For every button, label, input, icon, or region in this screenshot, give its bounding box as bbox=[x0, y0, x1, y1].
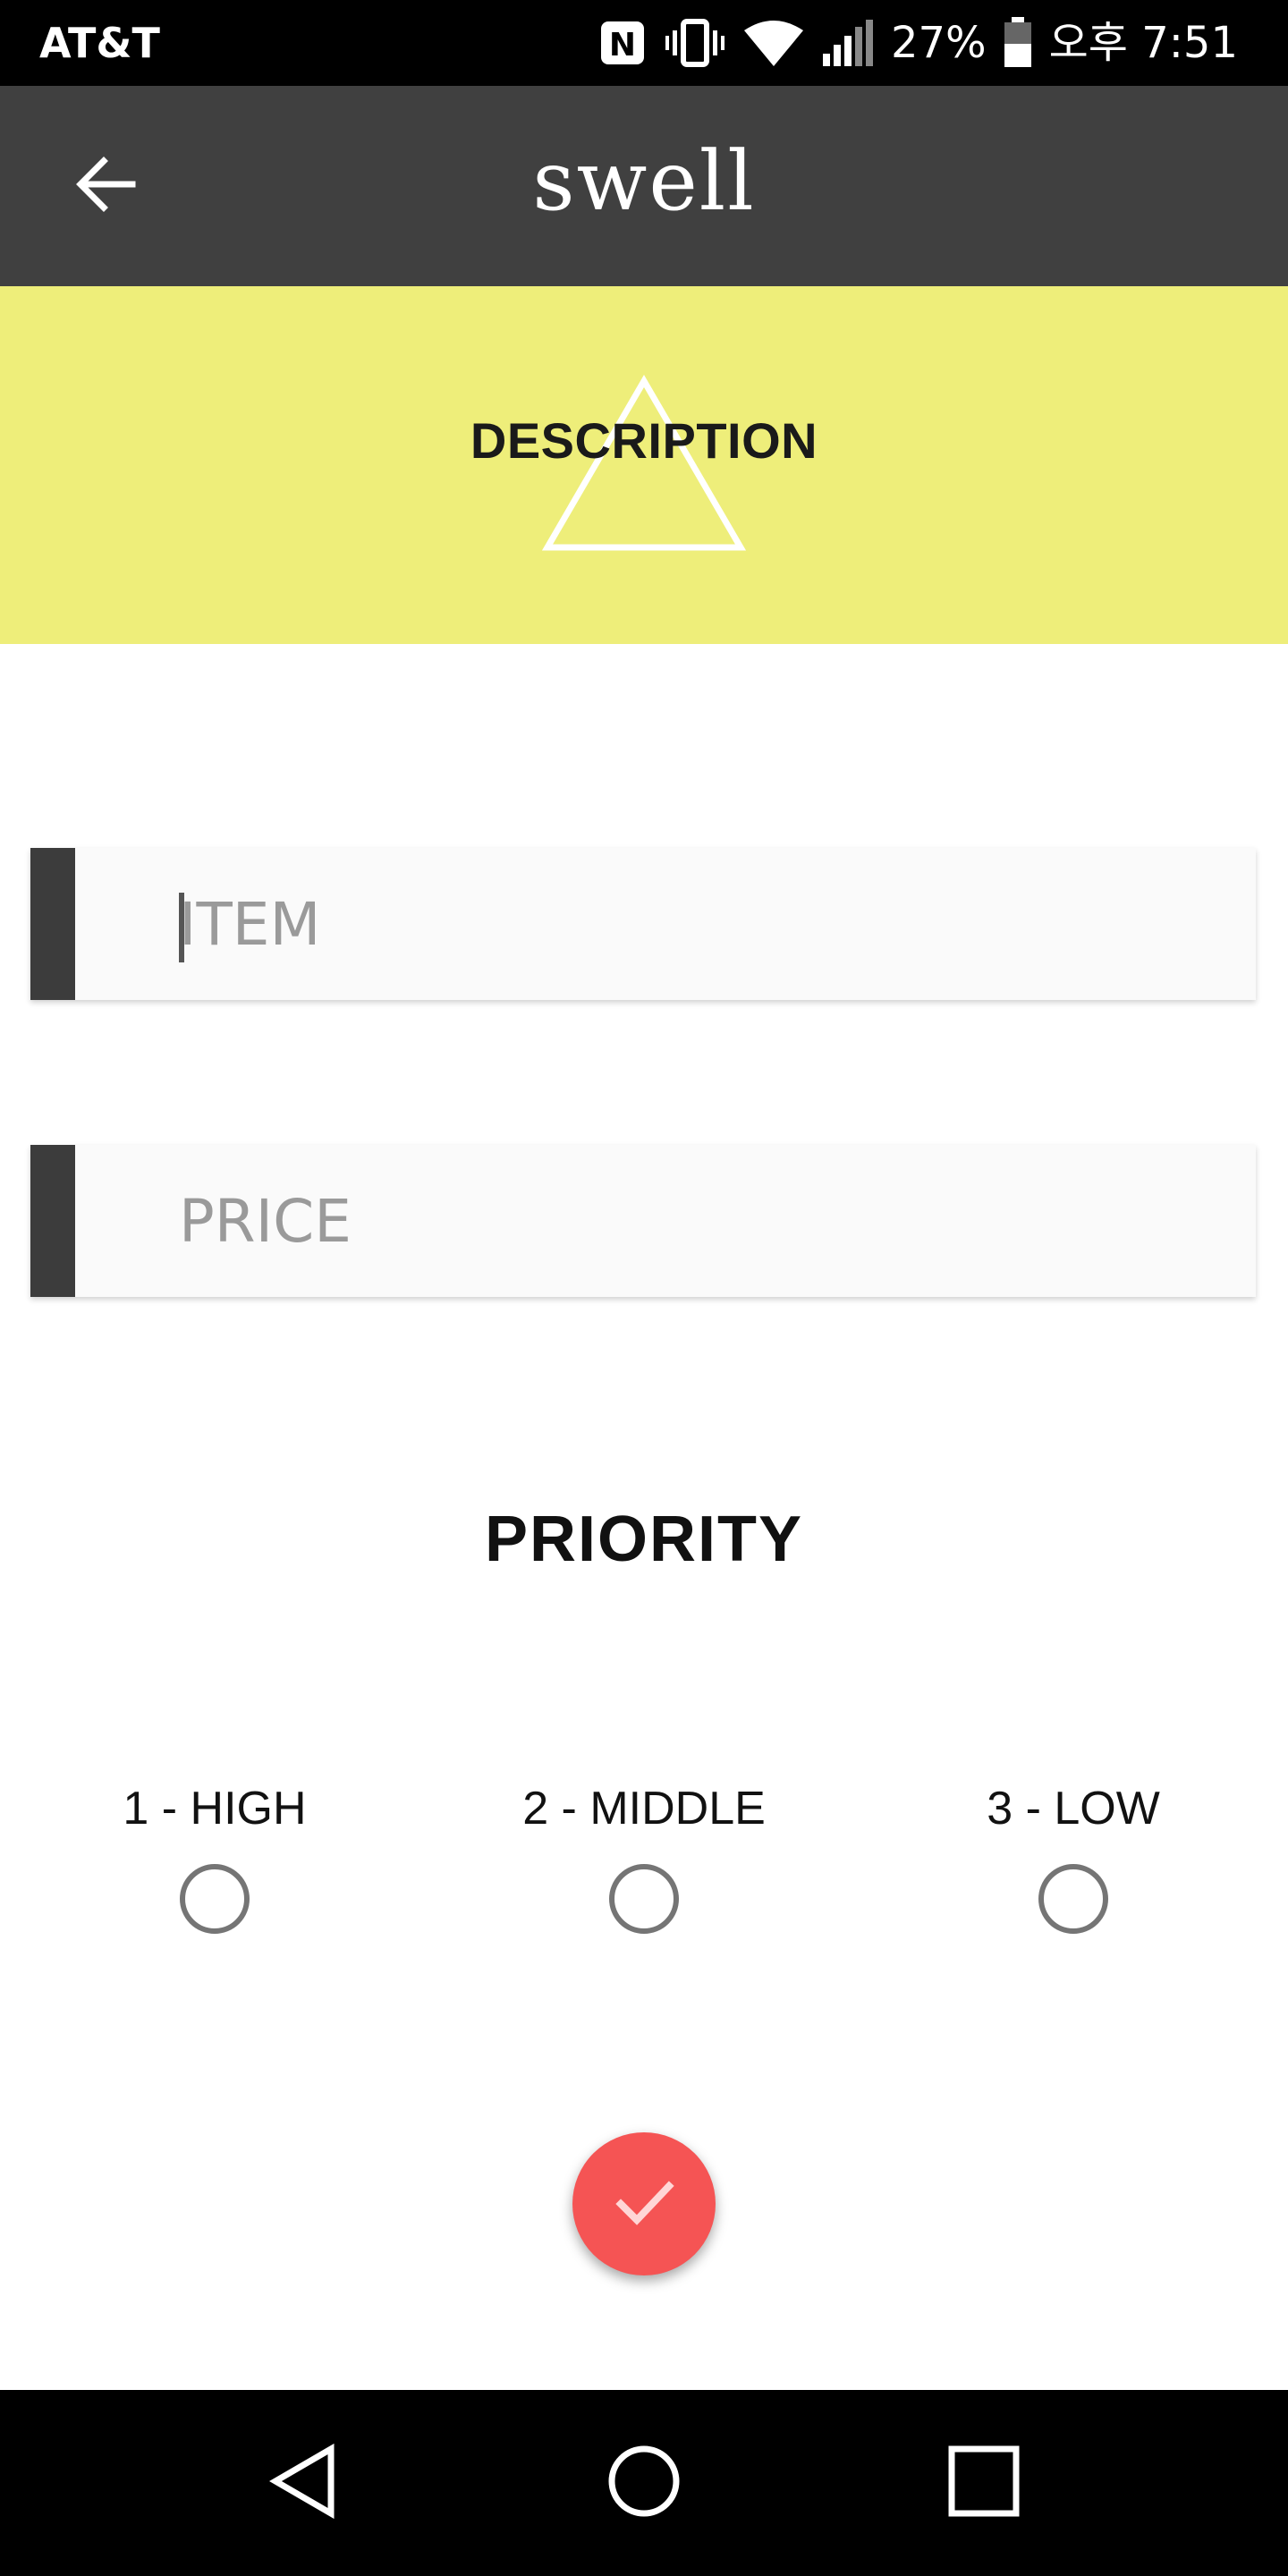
status-icons: N 27% 오후 7:51 bbox=[597, 0, 1238, 86]
back-button[interactable] bbox=[52, 132, 159, 240]
vibrate-icon bbox=[664, 18, 726, 68]
price-field bbox=[30, 1145, 1256, 1297]
submit-button[interactable] bbox=[572, 2132, 716, 2275]
nav-back-button[interactable] bbox=[215, 2390, 394, 2576]
battery-percent: 27% bbox=[890, 18, 987, 68]
wifi-icon bbox=[742, 18, 805, 68]
banner-title: DESCRIPTION bbox=[470, 412, 818, 469]
system-nav-bar bbox=[0, 2390, 1288, 2576]
nav-recents-icon bbox=[948, 2445, 1020, 2521]
item-input[interactable] bbox=[179, 848, 1208, 1000]
text-cursor bbox=[179, 893, 184, 962]
battery-icon bbox=[1003, 17, 1033, 69]
item-field-accent bbox=[30, 848, 75, 1000]
check-icon bbox=[608, 2166, 680, 2242]
carrier-label: AT&T bbox=[39, 19, 160, 67]
priority-title: PRIORITY bbox=[484, 1504, 804, 1575]
item-field bbox=[30, 848, 1256, 1000]
arrow-left-icon bbox=[73, 152, 138, 221]
clock: 오후 7:51 bbox=[1048, 18, 1238, 68]
signal-icon bbox=[821, 18, 875, 68]
nav-recents-button[interactable] bbox=[894, 2390, 1073, 2576]
priority-high-radio[interactable] bbox=[180, 1864, 250, 1934]
priority-middle-radio[interactable] bbox=[609, 1864, 679, 1934]
nfc-icon: N bbox=[597, 18, 648, 68]
app-title: swell bbox=[532, 133, 756, 229]
priority-low-label: 3 - LOW bbox=[987, 1783, 1160, 1835]
svg-text:N: N bbox=[609, 27, 636, 64]
priority-low-radio[interactable] bbox=[1038, 1864, 1108, 1934]
priority-middle-label: 2 - MIDDLE bbox=[522, 1783, 766, 1835]
app-bar: swell bbox=[0, 86, 1288, 286]
price-field-accent bbox=[30, 1145, 75, 1297]
nav-back-icon bbox=[268, 2443, 340, 2523]
priority-high-label: 1 - HIGH bbox=[123, 1783, 307, 1835]
price-input[interactable] bbox=[179, 1145, 1208, 1297]
status-bar: AT&T N 27% 오후 7:51 bbox=[0, 0, 1288, 86]
nav-home-button[interactable] bbox=[555, 2390, 733, 2576]
nav-home-icon bbox=[606, 2444, 682, 2523]
